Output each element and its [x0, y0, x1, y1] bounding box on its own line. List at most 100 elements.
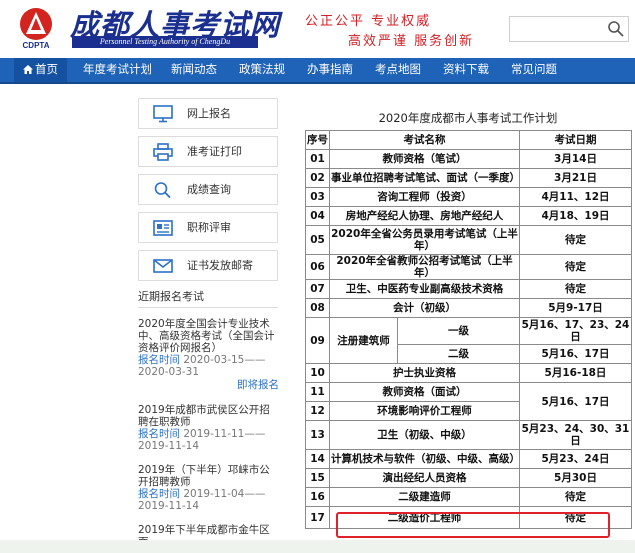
- nav-item-downloads[interactable]: 资料下载: [443, 58, 489, 82]
- row-name: 教师资格（面试）: [329, 382, 520, 402]
- highlight-box: [336, 512, 610, 538]
- row-name: 2020年全省公务员录用考试笔试（上半年）: [329, 225, 520, 255]
- row-date: 5月16-18日: [519, 363, 632, 383]
- nav-item-annual-plan[interactable]: 年度考试计划: [83, 58, 152, 82]
- row-no: 05: [305, 225, 330, 255]
- row-name: 护士执业资格: [329, 363, 520, 383]
- nav-item-news[interactable]: 新闻动态: [171, 58, 217, 82]
- search-input[interactable]: [510, 17, 606, 41]
- row-no: 17: [305, 506, 330, 529]
- row-no: 09: [305, 317, 330, 364]
- row-no: 11: [305, 382, 330, 402]
- row-no: 15: [305, 468, 330, 488]
- row-date: 5月23、24、30、31日: [519, 420, 632, 450]
- table-row: 02 事业单位招聘考试笔试、面试（一季度） 3月21日: [305, 168, 632, 188]
- table-row: 04 房地产经纪人协理、房地产经纪人 4月18、19日: [305, 206, 632, 226]
- row-no: 06: [305, 254, 330, 280]
- row-no: 10: [305, 363, 330, 383]
- row-name: 二级建造师: [329, 487, 520, 507]
- service-title-review[interactable]: 职称评审: [138, 212, 278, 243]
- header-name: 考试名称: [329, 130, 520, 150]
- notice-item[interactable]: 2020年度全国会计专业技术中、高级资格考试（全国会计资格评价网报名） 报名时间…: [138, 318, 280, 378]
- apply-soon-link[interactable]: 即将报名: [237, 377, 279, 392]
- notice-time-start: 2019-11-04——: [183, 488, 266, 500]
- row-name: 计算机技术与软件（初级、中级、高级）: [329, 449, 520, 469]
- service-score-query[interactable]: 成绩查询: [138, 174, 278, 205]
- row-date: 5月16、17日: [519, 344, 632, 364]
- nav-item-faq[interactable]: 常见问题: [511, 58, 557, 82]
- exam-plan-table: 序号 考试名称 考试日期 01 教师资格（笔试） 3月14日 02 事业单位招聘…: [305, 130, 632, 529]
- table-row: 03 咨询工程师（投资） 4月11、12日: [305, 187, 632, 207]
- row-date: 4月11、12日: [519, 187, 632, 207]
- cdpta-logo-icon[interactable]: CDPTA: [14, 6, 58, 50]
- service-admission-print[interactable]: 准考证打印: [138, 136, 278, 167]
- table-row: 13 卫生（初级、中级） 5月23、24、30、31日: [305, 420, 632, 450]
- row-no: 13: [305, 420, 330, 450]
- search-icon[interactable]: [606, 19, 626, 39]
- monitor-icon: [153, 105, 173, 123]
- row-name: 卫生（初级、中级）: [329, 420, 520, 450]
- table-row: 06 2020年全省教师公招考试笔试（上半年） 待定: [305, 254, 632, 280]
- service-online-registration[interactable]: 网上报名: [138, 98, 278, 129]
- service-label: 准考证打印: [187, 145, 242, 158]
- table-row: 11 教师资格（面试） 5月16、17日: [305, 382, 632, 421]
- row-no: 16: [305, 487, 330, 507]
- home-icon: [23, 65, 33, 74]
- row-name: 咨询工程师（投资）: [329, 187, 520, 207]
- notice-item[interactable]: 2019年（下半年）邛崃市公开招聘教师 报名时间 2019-11-04—— 20…: [138, 464, 280, 512]
- search-icon: [154, 182, 171, 199]
- row-name: 房地产经纪人协理、房地产经纪人: [329, 206, 520, 226]
- logo-english-text: Personnel Testing Authority of ChengDu: [72, 36, 258, 48]
- logo-abbr: CDPTA: [23, 41, 50, 50]
- row-no: 01: [305, 149, 330, 169]
- service-label: 证书发放邮寄: [187, 259, 253, 272]
- row-name: 卫生、中医药专业副高级技术资格: [329, 279, 520, 299]
- notice-time-start: 2019-11-11——: [183, 428, 266, 440]
- bottom-strip: [0, 540, 635, 553]
- id-card-icon: [153, 220, 173, 236]
- row-no: 04: [305, 206, 330, 226]
- plan-table-title: 2020年度成都市人事考试工作计划: [378, 111, 558, 125]
- row-name: 事业单位招聘考试笔试、面试（一季度）: [329, 168, 520, 188]
- header-date: 考试日期: [519, 130, 632, 150]
- notice-text[interactable]: 2019年成都市武侯区公开招聘在职教师: [138, 404, 280, 428]
- search-box: [509, 16, 629, 42]
- nav-item-home[interactable]: 首页: [14, 58, 67, 82]
- header-no: 序号: [305, 130, 330, 150]
- row-date: 4月18、19日: [519, 206, 632, 226]
- row-date: 3月21日: [519, 168, 632, 188]
- row-date: 待定: [519, 225, 632, 255]
- row-no: 12: [305, 401, 330, 421]
- table-row: 05 2020年全省公务员录用考试笔试（上半年） 待定: [305, 225, 632, 255]
- row-date: 5月30日: [519, 468, 632, 488]
- row-date: 待定: [519, 254, 632, 280]
- notice-text[interactable]: 2019年（下半年）邛崃市公开招聘教师: [138, 464, 280, 488]
- recent-exams-title: 近期报名考试: [138, 288, 278, 308]
- service-label: 网上报名: [187, 107, 231, 120]
- notice-time-start: 2020-03-15——: [183, 354, 266, 366]
- notice-item[interactable]: 2019年成都市武侯区公开招聘在职教师 报名时间 2019-11-11—— 20…: [138, 404, 280, 452]
- row-name: 环境影响评价工程师: [329, 401, 520, 421]
- service-certificate-mailing[interactable]: 证书发放邮寄: [138, 250, 278, 281]
- table-header-row: 序号 考试名称 考试日期: [305, 130, 632, 150]
- notice-text[interactable]: 2020年度全国会计专业技术中、高级资格考试（全国会计资格评价网报名）: [138, 318, 280, 354]
- row-date: 待定: [519, 487, 632, 507]
- row-date: 5月16、17、23、24日: [519, 317, 632, 345]
- row-name: 教师资格（笔试）: [329, 149, 520, 169]
- nav-item-guide[interactable]: 办事指南: [307, 58, 353, 82]
- row-no: 07: [305, 279, 330, 299]
- nav-item-map[interactable]: 考点地图: [375, 58, 421, 82]
- row-date: 5月9-17日: [519, 298, 632, 318]
- slogan-line-1: 公正公平 专业权威: [305, 14, 432, 29]
- notice-time-end: 2019-11-14: [138, 500, 200, 512]
- row-name: 注册建筑师: [329, 317, 398, 364]
- row-name: 2020年全省教师公招考试笔试（上半年）: [329, 254, 520, 280]
- table-row: 08 会计（初级） 5月9-17日: [305, 298, 632, 318]
- slogan-line-2: 高效严谨 服务创新: [348, 34, 475, 49]
- table-row: 10 护士执业资格 5月16-18日: [305, 363, 632, 383]
- row-no: 08: [305, 298, 330, 318]
- notice-time-label: 报名时间: [138, 488, 180, 500]
- table-row: 01 教师资格（笔试） 3月14日: [305, 149, 632, 169]
- nav-item-policy[interactable]: 政策法规: [239, 58, 285, 82]
- table-row: 14 计算机技术与软件（初级、中级、高级） 5月23、24日: [305, 449, 632, 469]
